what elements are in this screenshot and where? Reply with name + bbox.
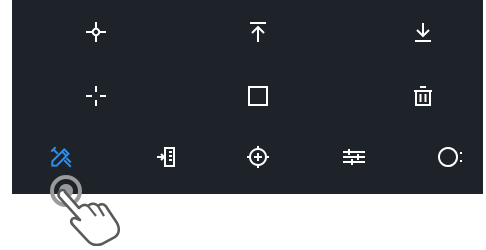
download-icon <box>415 23 431 42</box>
draw-tools-icon <box>50 146 72 168</box>
square-icon <box>248 86 268 106</box>
locate-target-icon <box>247 146 269 168</box>
tap-gesture-hint <box>46 168 136 247</box>
add-point-icon <box>86 22 106 42</box>
square-button[interactable] <box>238 76 278 116</box>
import-button[interactable] <box>146 137 186 177</box>
download-button[interactable] <box>403 12 443 52</box>
locate-target-button[interactable] <box>238 137 278 177</box>
align-top-icon <box>250 22 266 42</box>
delete-button[interactable] <box>403 76 443 116</box>
crosshair-split-button[interactable] <box>76 76 116 116</box>
adjust-sliders-button[interactable] <box>334 137 374 177</box>
layers-toggle-icon <box>438 147 462 167</box>
trash-icon <box>414 86 432 106</box>
align-top-button[interactable] <box>238 12 278 52</box>
adjust-sliders-icon <box>343 149 365 165</box>
layers-toggle-button[interactable] <box>430 137 470 177</box>
tap-hand-icon <box>50 175 121 247</box>
import-icon <box>157 147 175 167</box>
crosshair-split-icon <box>86 86 106 106</box>
add-point-button[interactable] <box>76 12 116 52</box>
map-toolbar-panel <box>12 0 483 194</box>
